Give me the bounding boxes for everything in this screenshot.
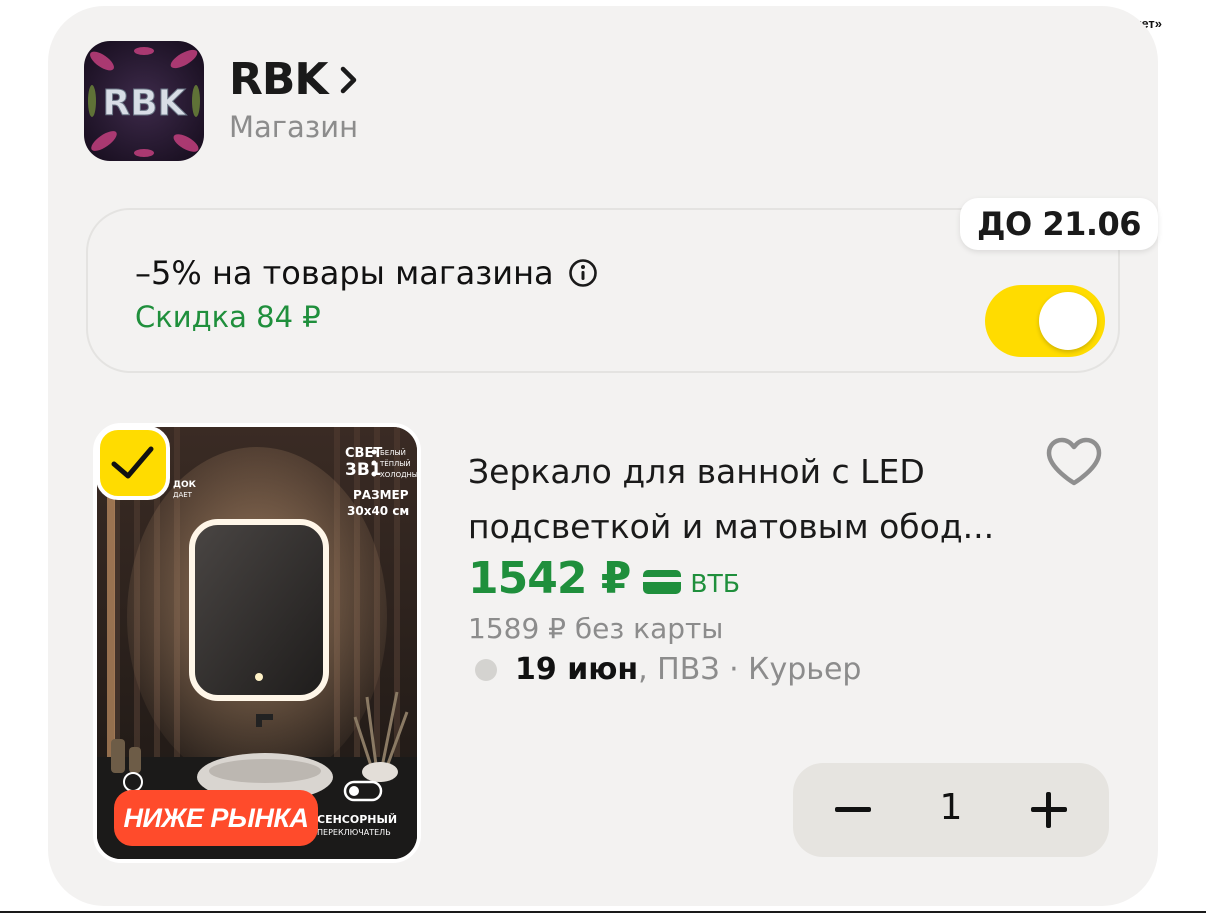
promo-deadline-badge: ДО 21.06 [960,198,1159,250]
select-item-checkbox[interactable] [96,426,170,500]
store-logo-text: RBK [102,83,186,124]
store-logo[interactable]: RBK [84,41,204,161]
card-price: 1542 ₽ [468,553,631,604]
heart-icon[interactable] [1044,436,1104,488]
plus-icon [1031,792,1067,828]
img-side-text-2: ДАЕТ [173,491,193,499]
bank-card-icon [643,569,682,594]
svg-text:БЕЛЫЙ: БЕЛЫЙ [380,448,406,457]
price-row: 1542 ₽ ВТБ [468,553,740,604]
increase-quantity-button[interactable] [1019,780,1079,840]
img-side-text: ДОК [173,480,197,490]
img-light-label: СВЕТ [345,446,382,461]
delivery-date: 19 июн [515,652,639,687]
img-size-value: 30x40 см [347,504,409,518]
promo-toggle[interactable] [985,285,1105,357]
delivery-text: 19 июн, ПВЗ · Курьер [515,652,861,687]
chevron-right-icon [340,66,356,93]
bank-name: ВТБ [690,569,740,598]
store-link[interactable]: RBK [229,54,360,105]
svg-text:ХОЛОДНЫЙ: ХОЛОДНЫЙ [380,470,417,479]
checkmark-icon [111,446,154,479]
img-switch-label-2: ПЕРЕКЛЮЧАТЕЛЬ [317,828,391,837]
toggle-knob [1039,292,1097,350]
price-without-card: 1589 ₽ без карты [468,612,724,645]
delivery-status-dot [475,658,497,681]
delivery-info: 19 июн, ПВЗ · Курьер [475,652,861,687]
store-name: RBK [229,54,329,105]
svg-text:ТЁПЛЫЙ: ТЁПЛЫЙ [379,459,411,468]
img-size-label: РАЗМЕР [353,488,409,502]
promo-title: –5% на товары магазина [135,254,554,292]
quantity-stepper: 1 [793,763,1109,857]
store-subtitle: Магазин [229,110,359,144]
img-switch-label: СЕНСОРНЫЙ [317,813,397,826]
promo-title-row: –5% на товары магазина [135,254,598,292]
below-market-badge: НИЖЕ РЫНКА [114,790,318,846]
product-title[interactable]: Зеркало для ванной с LED подсветкой и ма… [468,444,1028,554]
delivery-methods: , ПВЗ · Курьер [638,652,862,687]
info-icon[interactable] [568,258,598,288]
promo-discount: Скидка 84 ₽ [135,300,321,334]
